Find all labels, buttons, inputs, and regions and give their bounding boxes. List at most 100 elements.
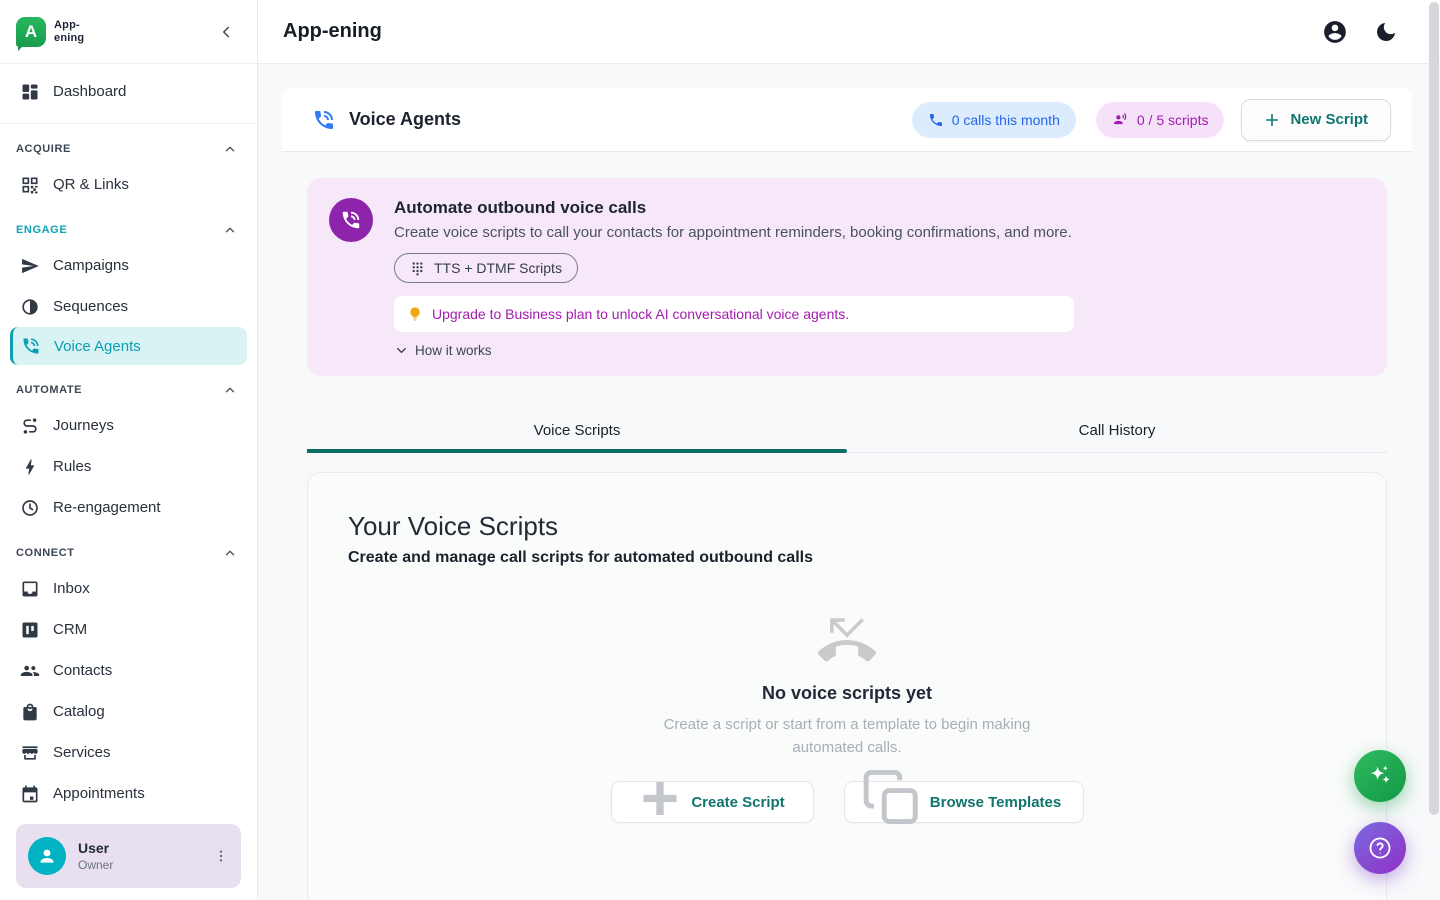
sidebar-item-campaigns[interactable]: Campaigns	[0, 245, 257, 286]
app-logo-icon: A	[16, 17, 46, 47]
voice-scripts-panel: Your Voice Scripts Create and manage cal…	[307, 472, 1387, 900]
sidebar-section-engage[interactable]: ENGAGE	[0, 205, 257, 245]
ai-assistant-fab[interactable]	[1354, 750, 1406, 802]
section-title: Voice Agents	[349, 109, 461, 130]
sidebar-header: A App- ening	[0, 0, 257, 64]
panel-title: Your Voice Scripts	[348, 511, 1346, 542]
sidebar-item-dashboard[interactable]: Dashboard	[0, 71, 257, 112]
how-it-works-toggle[interactable]: How it works	[394, 343, 1074, 358]
empty-description: Create a script or start from a template…	[652, 714, 1042, 759]
app-logo-text: App- ening	[54, 19, 84, 43]
empty-title: No voice scripts yet	[762, 683, 932, 704]
sidebar-item-label: QR & Links	[53, 176, 129, 193]
sidebar-item-re-engagement[interactable]: Re-engagement	[0, 487, 257, 528]
qr-code-icon	[20, 175, 40, 195]
sidebar-item-label: Inbox	[53, 580, 90, 597]
user-name: User	[78, 840, 197, 856]
sidebar-item-label: Contacts	[53, 662, 112, 679]
copy-icon	[861, 767, 923, 829]
phone-waves-icon	[21, 336, 41, 356]
dark-mode-toggle[interactable]	[1374, 20, 1398, 44]
sidebar-item-sequences[interactable]: Sequences	[0, 286, 257, 327]
sidebar-section-automate[interactable]: AUTOMATE	[0, 365, 257, 405]
tts-dtmf-chip[interactable]: TTS + DTMF Scripts	[394, 253, 578, 283]
storefront-icon	[20, 743, 40, 763]
sidebar-item-services[interactable]: Services	[0, 732, 257, 773]
browse-templates-button[interactable]: Browse Templates	[844, 781, 1084, 823]
sidebar-item-label: Re-engagement	[53, 499, 161, 516]
tab-bar: Voice Scripts Call History	[307, 412, 1387, 453]
promo-description: Create voice scripts to call your contac…	[394, 224, 1074, 241]
upgrade-notice: Upgrade to Business plan to unlock AI co…	[394, 296, 1074, 332]
main-area: App-ening Voice Agents 0 calls this mont…	[258, 0, 1440, 900]
sidebar-item-catalog[interactable]: Catalog	[0, 691, 257, 732]
promo-title: Automate outbound voice calls	[394, 198, 1074, 218]
user-role: Owner	[78, 858, 197, 872]
chevron-up-icon	[223, 142, 237, 156]
calendar-icon	[20, 784, 40, 804]
new-script-button[interactable]: New Script	[1241, 99, 1391, 141]
content: Voice Agents 0 calls this month 0 / 5 sc…	[258, 64, 1440, 900]
user-meta: User Owner	[78, 840, 197, 872]
create-script-button[interactable]: Create Script	[611, 781, 814, 823]
chevron-left-icon	[217, 23, 235, 41]
page-header-left: Voice Agents	[312, 108, 461, 132]
inbox-tray-icon	[20, 579, 40, 599]
upgrade-text: Upgrade to Business plan to unlock AI co…	[432, 306, 849, 322]
tab-voice-scripts[interactable]: Voice Scripts	[307, 412, 847, 452]
sparkles-icon	[1367, 763, 1393, 789]
sidebar-item-label: Voice Agents	[54, 338, 141, 355]
sidebar-item-inbox[interactable]: Inbox	[0, 568, 257, 609]
phone-icon	[928, 112, 944, 128]
topbar: App-ening	[258, 0, 1440, 64]
send-icon	[20, 256, 40, 276]
chevron-up-icon	[223, 546, 237, 560]
sidebar-section-connect[interactable]: CONNECT	[0, 528, 257, 568]
kanban-board-icon	[20, 620, 40, 640]
sidebar-item-label: Catalog	[53, 703, 105, 720]
route-icon	[20, 416, 40, 436]
tab-call-history[interactable]: Call History	[847, 412, 1387, 452]
user-card[interactable]: User Owner	[16, 824, 241, 888]
empty-state: No voice scripts yet Create a script or …	[348, 611, 1346, 823]
dots-vertical-icon	[213, 848, 229, 864]
shopping-bag-icon	[20, 702, 40, 722]
sidebar-collapse-button[interactable]	[213, 19, 239, 45]
sidebar-item-journeys[interactable]: Journeys	[0, 405, 257, 446]
calls-badge[interactable]: 0 calls this month	[912, 102, 1076, 138]
chevron-up-icon	[223, 223, 237, 237]
moon-icon	[1374, 20, 1398, 44]
phone-waves-icon	[312, 108, 336, 132]
sidebar-item-appointments[interactable]: Appointments	[0, 773, 257, 812]
contrast-circle-icon	[20, 297, 40, 317]
sidebar-item-label: Rules	[53, 458, 91, 475]
app-logo[interactable]: A App- ening	[16, 17, 84, 47]
sidebar-item-voice-agents[interactable]: Voice Agents	[10, 327, 247, 365]
empty-actions: Create Script Browse Templates	[611, 781, 1084, 823]
scripts-badge[interactable]: 0 / 5 scripts	[1096, 102, 1225, 138]
sidebar-item-label: Sequences	[53, 298, 128, 315]
account-button[interactable]	[1322, 19, 1348, 45]
sidebar-item-label: Campaigns	[53, 257, 129, 274]
phone-volume-icon	[340, 209, 362, 231]
plus-icon	[638, 776, 682, 820]
sidebar-item-contacts[interactable]: Contacts	[0, 650, 257, 691]
phone-missed-icon	[818, 611, 876, 669]
people-icon	[20, 661, 40, 681]
sidebar-item-crm[interactable]: CRM	[0, 609, 257, 650]
voice-promo-banner: Automate outbound voice calls Create voi…	[307, 178, 1387, 376]
sidebar-item-qr-links[interactable]: QR & Links	[0, 164, 257, 205]
promo-body: Automate outbound voice calls Create voi…	[394, 198, 1074, 358]
sidebar-section-acquire[interactable]: ACQUIRE	[0, 124, 257, 164]
help-fab[interactable]	[1354, 822, 1406, 874]
scrollbar-thumb[interactable]	[1429, 2, 1439, 815]
lightbulb-icon	[407, 306, 423, 322]
lightning-bolt-icon	[20, 457, 40, 477]
user-menu-button[interactable]	[209, 844, 233, 868]
chevron-up-icon	[223, 383, 237, 397]
sidebar-item-label: CRM	[53, 621, 87, 638]
sidebar-item-label: Journeys	[53, 417, 114, 434]
sidebar-item-rules[interactable]: Rules	[0, 446, 257, 487]
voice-person-icon	[1112, 111, 1129, 128]
dialpad-icon	[410, 261, 425, 276]
